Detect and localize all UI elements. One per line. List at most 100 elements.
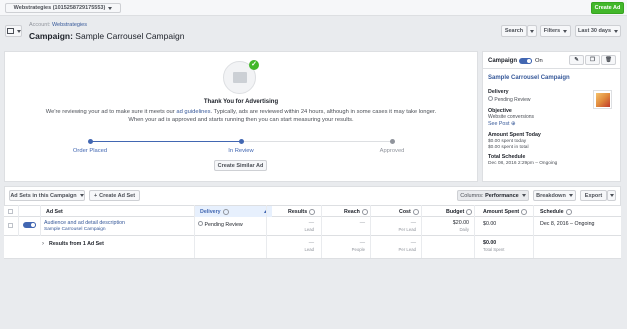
campaign-title-name: Sample Carrousel Campaign: [75, 31, 185, 41]
see-post-link[interactable]: See Post ⊕: [488, 121, 515, 127]
info-icon: [222, 209, 229, 215]
adset-schedule: Dec 8, 2016 – Ongoing: [540, 221, 595, 227]
adset-budget: $20.00: [452, 220, 469, 226]
summary-amount-spent: $0.00: [483, 240, 497, 246]
info-icon: [521, 209, 528, 215]
side-campaign-name[interactable]: Sample Carrousel Campaign: [488, 75, 570, 81]
edit-button[interactable]: ✎: [569, 55, 584, 65]
summary-label: Results from 1 Ad Set: [49, 241, 104, 247]
column-header-budget-label: Budget: [446, 209, 465, 215]
chevron-down-icon: [530, 29, 534, 33]
select-all-checkbox[interactable]: [8, 209, 13, 214]
review-message-line2: When your ad is approved and starts runn…: [128, 117, 354, 123]
adsets-dropdown-label: Ad Sets in this Campaign: [10, 192, 77, 199]
delete-button[interactable]: 🗑: [601, 55, 616, 65]
toggle-knob: [526, 58, 532, 64]
column-header-results-label: Results: [288, 209, 308, 215]
view-menu-button[interactable]: [5, 25, 22, 37]
thumbnail-image: [596, 93, 610, 107]
create-adset-label: Create Ad Set: [99, 192, 136, 199]
pencil-icon: ✎: [574, 57, 579, 63]
column-divider: [533, 205, 534, 258]
search-label: Search: [504, 28, 524, 34]
columns-label: Columns:: [460, 192, 484, 199]
column-divider: [370, 205, 371, 258]
adset-results: —: [308, 220, 314, 226]
review-message-pre: We're reviewing your ad to make sure it …: [45, 109, 175, 115]
progress-fill: [90, 141, 241, 142]
duplicate-button[interactable]: ❐: [585, 55, 600, 65]
column-divider: [321, 205, 322, 258]
check-badge-icon: ✓: [249, 60, 259, 70]
adset-cost-sub: Per Lead: [398, 227, 416, 232]
table-row[interactable]: Audience and ad detail description Sampl…: [4, 217, 621, 236]
create-similar-ad-label: Create Similar Ad: [217, 162, 264, 169]
status-dot-icon: [198, 221, 203, 226]
image-placeholder-icon: [233, 72, 247, 83]
adset-name-link[interactable]: Audience and ad detail description: [44, 220, 125, 226]
export-button[interactable]: Export: [580, 190, 607, 201]
expand-chevron-icon[interactable]: ›: [42, 241, 44, 247]
search-dropdown[interactable]: [527, 25, 537, 37]
adset-cost: —: [410, 220, 416, 226]
grid-icon: [6, 28, 14, 34]
step-label-in-review: In Review: [228, 148, 254, 154]
breakdown-button[interactable]: Breakdown: [533, 190, 576, 201]
search-button[interactable]: Search: [501, 25, 527, 37]
amount-spent-today: $0.00 spent today: [488, 139, 527, 144]
create-ad-button[interactable]: Create Ad: [591, 2, 624, 14]
delivery-label: Delivery: [488, 89, 509, 95]
summary-cost: —: [410, 240, 416, 246]
account-link[interactable]: Webstrategies: [52, 22, 87, 28]
export-dropdown[interactable]: [607, 190, 616, 201]
info-icon: [565, 209, 572, 215]
info-icon: [412, 209, 419, 215]
side-campaign-label: Campaign: [488, 58, 518, 64]
adset-delivery: Pending Review: [198, 221, 243, 228]
toggle-state-label: On: [535, 58, 543, 64]
info-icon: [466, 209, 473, 215]
create-ad-label: Create Ad: [594, 5, 621, 11]
account-selector[interactable]: Webstrategies (1015258729175553): [5, 3, 121, 13]
chevron-down-icon: [563, 29, 568, 33]
info-icon: [361, 209, 368, 215]
campaign-toggle[interactable]: [519, 58, 532, 64]
page-title: Campaign: Sample Carrousel Campaign: [29, 31, 184, 41]
breakdown-label: Breakdown: [536, 192, 566, 199]
adset-amount-spent: $0.00: [483, 221, 497, 227]
amount-spent-total: $0.00 spent in total: [488, 145, 529, 150]
delivery-value: Pending Review: [488, 96, 531, 103]
columns-value: Performance: [485, 192, 519, 199]
summary-reach-sub: People: [351, 247, 365, 252]
columns-selector[interactable]: Columns: Performance: [457, 190, 529, 201]
adset-budget-sub: Daily: [459, 227, 469, 232]
export-label: Export: [584, 192, 603, 199]
column-divider: [266, 205, 267, 258]
create-similar-ad-button[interactable]: Create Similar Ad: [214, 160, 267, 171]
see-post-label: See Post: [488, 121, 510, 127]
column-divider: [18, 205, 19, 236]
review-title: Thank You for Advertising: [203, 99, 279, 105]
review-message-line1: We're reviewing your ad to make sure it …: [5, 109, 477, 115]
chevron-down-icon: [609, 194, 614, 197]
adset-delivery-text: Pending Review: [204, 222, 243, 228]
adset-results-sub: Lead: [304, 227, 314, 232]
chevron-down-icon: [614, 29, 619, 33]
adsets-dropdown[interactable]: Ad Sets in this Campaign: [9, 190, 85, 201]
summary-results-sub: Lead: [304, 247, 314, 252]
filters-button[interactable]: Filters: [540, 25, 571, 37]
adset-campaign-link[interactable]: Sample Carrousel Campaign: [44, 227, 106, 232]
amount-spent-label: Amount Spent Today: [488, 132, 541, 138]
row-checkbox[interactable]: [8, 223, 13, 228]
step-dot-approved: [390, 139, 395, 144]
filters-label: Filters: [543, 28, 561, 34]
toggle-knob: [30, 222, 36, 228]
objective-value: Website conversions: [488, 114, 535, 120]
create-adset-button[interactable]: + Create Ad Set: [89, 190, 140, 201]
date-range-selector[interactable]: Last 30 days: [575, 25, 621, 37]
ad-guidelines-link[interactable]: ad guidelines: [176, 109, 210, 115]
column-divider: [474, 205, 475, 258]
adset-toggle[interactable]: [23, 222, 36, 228]
trash-icon: 🗑: [605, 57, 612, 63]
column-header-schedule-label: Schedule: [540, 209, 564, 215]
